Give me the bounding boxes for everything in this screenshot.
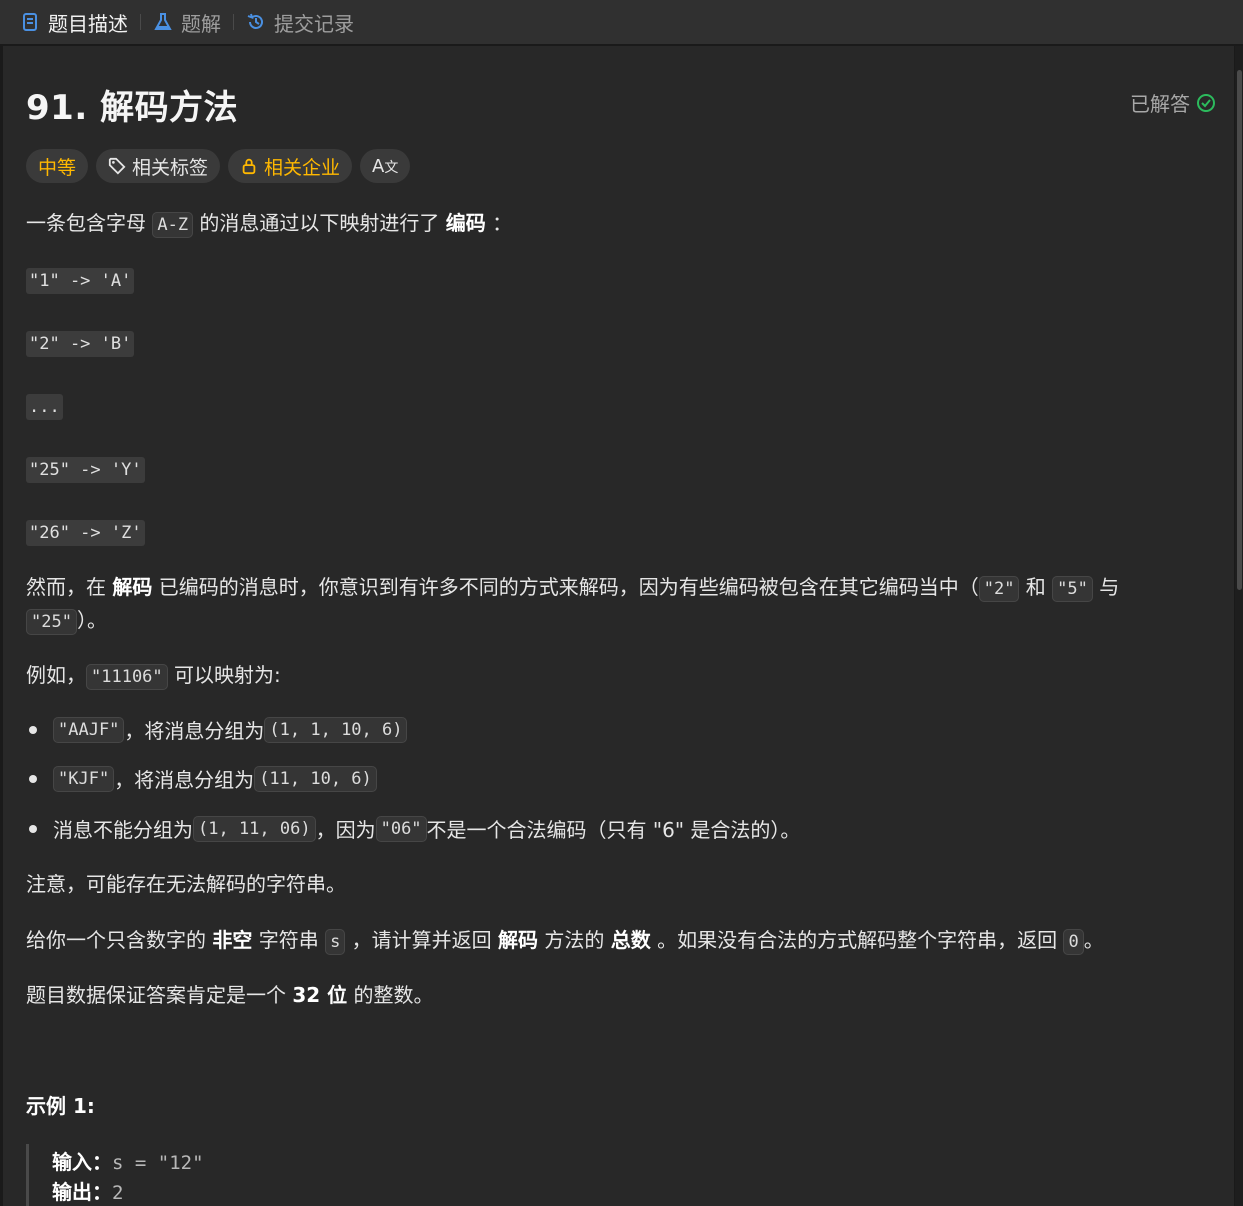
mapping-line: "26" -> 'Z' [26, 520, 145, 546]
history-icon [247, 13, 263, 29]
lock-icon [242, 158, 256, 175]
tab-divider [233, 14, 234, 30]
tab-description-label: 题目描述 [48, 11, 128, 36]
example-input: 输入：s = "12" [52, 1150, 204, 1174]
mapping-line: ... [26, 394, 63, 420]
tab-submissions[interactable]: 提交记录 [246, 0, 354, 44]
description-task: 给你一个只含数字的 非空 字符串 s ，请计算并返回 解码 方法的 总数 。如果… [26, 925, 1104, 957]
tab-solutions-label: 题解 [181, 11, 221, 36]
related-tags-button[interactable]: 相关标签 [96, 149, 221, 183]
example-title: 示例 1: [26, 1094, 95, 1118]
description-paragraph-2: 然而，在 解码 已编码的消息时，你意识到有许多不同的方式来解码，因为有些编码被包… [26, 572, 1119, 604]
related-companies-label: 相关企业 [264, 156, 341, 179]
scrollbar-thumb[interactable] [1237, 70, 1242, 590]
tab-bar: 题目描述 题解 提交记录 [0, 0, 1243, 44]
mapping-line: "1" -> 'A' [26, 268, 135, 294]
bullet-dot [29, 824, 37, 833]
description-intro: 一条包含字母 A-Z 的消息通过以下映射进行了 编码 ： [26, 208, 512, 240]
bullet-dot [29, 774, 37, 783]
mapping-line: "2" -> 'B' [26, 331, 135, 357]
tag-row: 中等 相关标签 相关企业 A文 [26, 149, 411, 183]
problem-panel: 91. 解码方法 已解答 中等 相关标签 相关企业 A文 一条包含字母 A-Z … [3, 46, 1234, 1206]
problem-title: 91. 解码方法 [26, 88, 239, 128]
description-paragraph-3: 例如， "11106" 可以映射为: [26, 660, 281, 692]
mapping-line: "25" -> 'Y' [26, 457, 145, 483]
example-block-border [26, 1144, 29, 1206]
tag-icon [108, 157, 126, 175]
description-guarantee: 题目数据保证答案肯定是一个 32 位 的整数。 [26, 983, 434, 1007]
bullet-dot [29, 725, 37, 734]
document-icon [23, 13, 37, 31]
list-item: "KJF" ，将消息分组为 (11, 10, 6) [26, 764, 377, 793]
solved-status: 已解答 [1130, 88, 1216, 117]
list-item: "AAJF" ，将消息分组为 (1, 1, 10, 6) [26, 715, 408, 744]
related-tags-label: 相关标签 [132, 156, 209, 179]
check-circle-icon [1197, 93, 1215, 112]
description-note: 注意，可能存在无法解码的字符串。 [26, 872, 346, 896]
list-item: 消息不能分组为 (1, 11, 06) ，因为 "06" 不是一个合法编码（只有… [26, 814, 800, 843]
example-output: 输出：2 [52, 1180, 124, 1204]
tab-description[interactable]: 题目描述 [20, 0, 128, 44]
flask-icon [154, 13, 172, 30]
tab-solutions[interactable]: 题解 [153, 0, 221, 44]
tab-submissions-label: 提交记录 [274, 11, 354, 36]
description-paragraph-2-cont: "25"）。 [26, 605, 107, 637]
translate-button[interactable]: A文 [360, 149, 411, 183]
difficulty-badge[interactable]: 中等 [26, 149, 89, 183]
translate-icon: A文 [372, 155, 399, 177]
tab-divider [140, 14, 141, 30]
related-companies-button[interactable]: 相关企业 [228, 149, 353, 183]
solved-label: 已解答 [1130, 92, 1190, 116]
